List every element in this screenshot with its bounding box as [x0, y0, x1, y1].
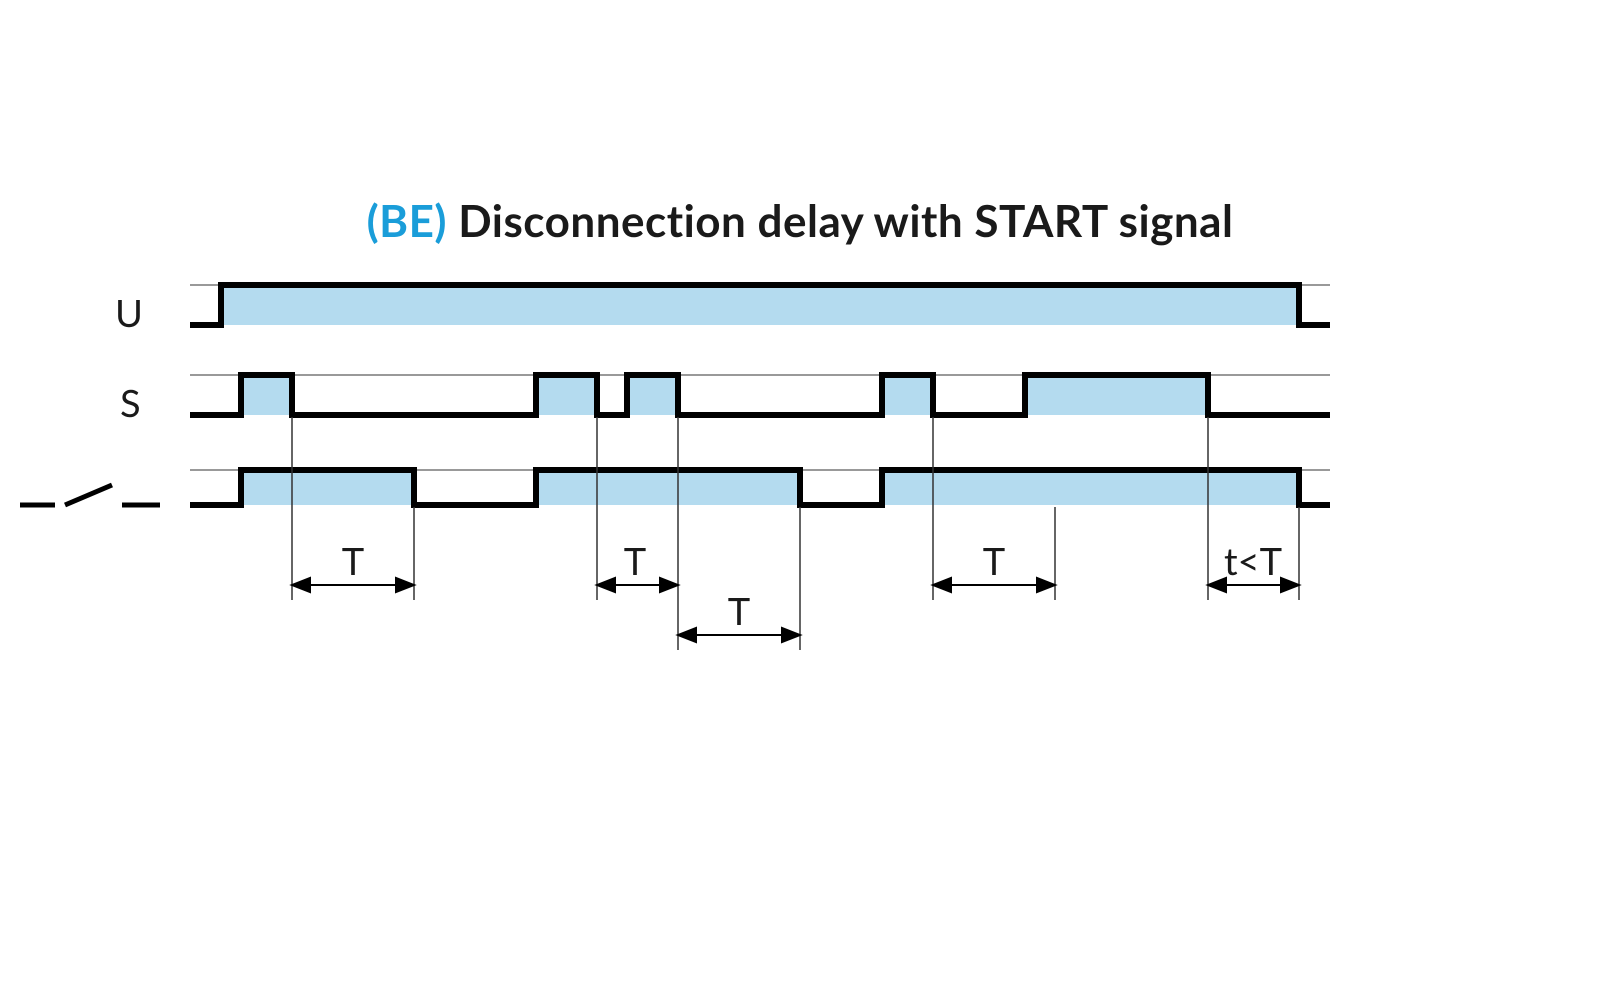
- title-text: Disconnection delay with START signal: [447, 195, 1233, 247]
- diagram-title: (BE) Disconnection delay with START sign…: [0, 195, 1600, 247]
- row-label-s: S: [120, 380, 141, 426]
- row-label-u: U: [115, 290, 143, 336]
- row-relay: [190, 470, 1330, 505]
- dim-label-2: T: [624, 538, 646, 584]
- dim-label-1: T: [342, 538, 364, 584]
- dim-label-4: T: [983, 538, 1005, 584]
- timing-svg: [0, 260, 1600, 740]
- title-code: (BE): [367, 195, 447, 247]
- dim-label-5: t<T: [1224, 538, 1282, 584]
- dimension-arrows: [292, 578, 1299, 642]
- timing-diagram: U S: [0, 260, 1600, 740]
- dim-label-3: T: [728, 588, 750, 634]
- relay-contact-icon: [20, 485, 160, 505]
- u-high-fill: [221, 285, 1299, 325]
- row-s: [190, 375, 1330, 415]
- dimension-guides: [292, 417, 1299, 650]
- row-u: [190, 285, 1330, 325]
